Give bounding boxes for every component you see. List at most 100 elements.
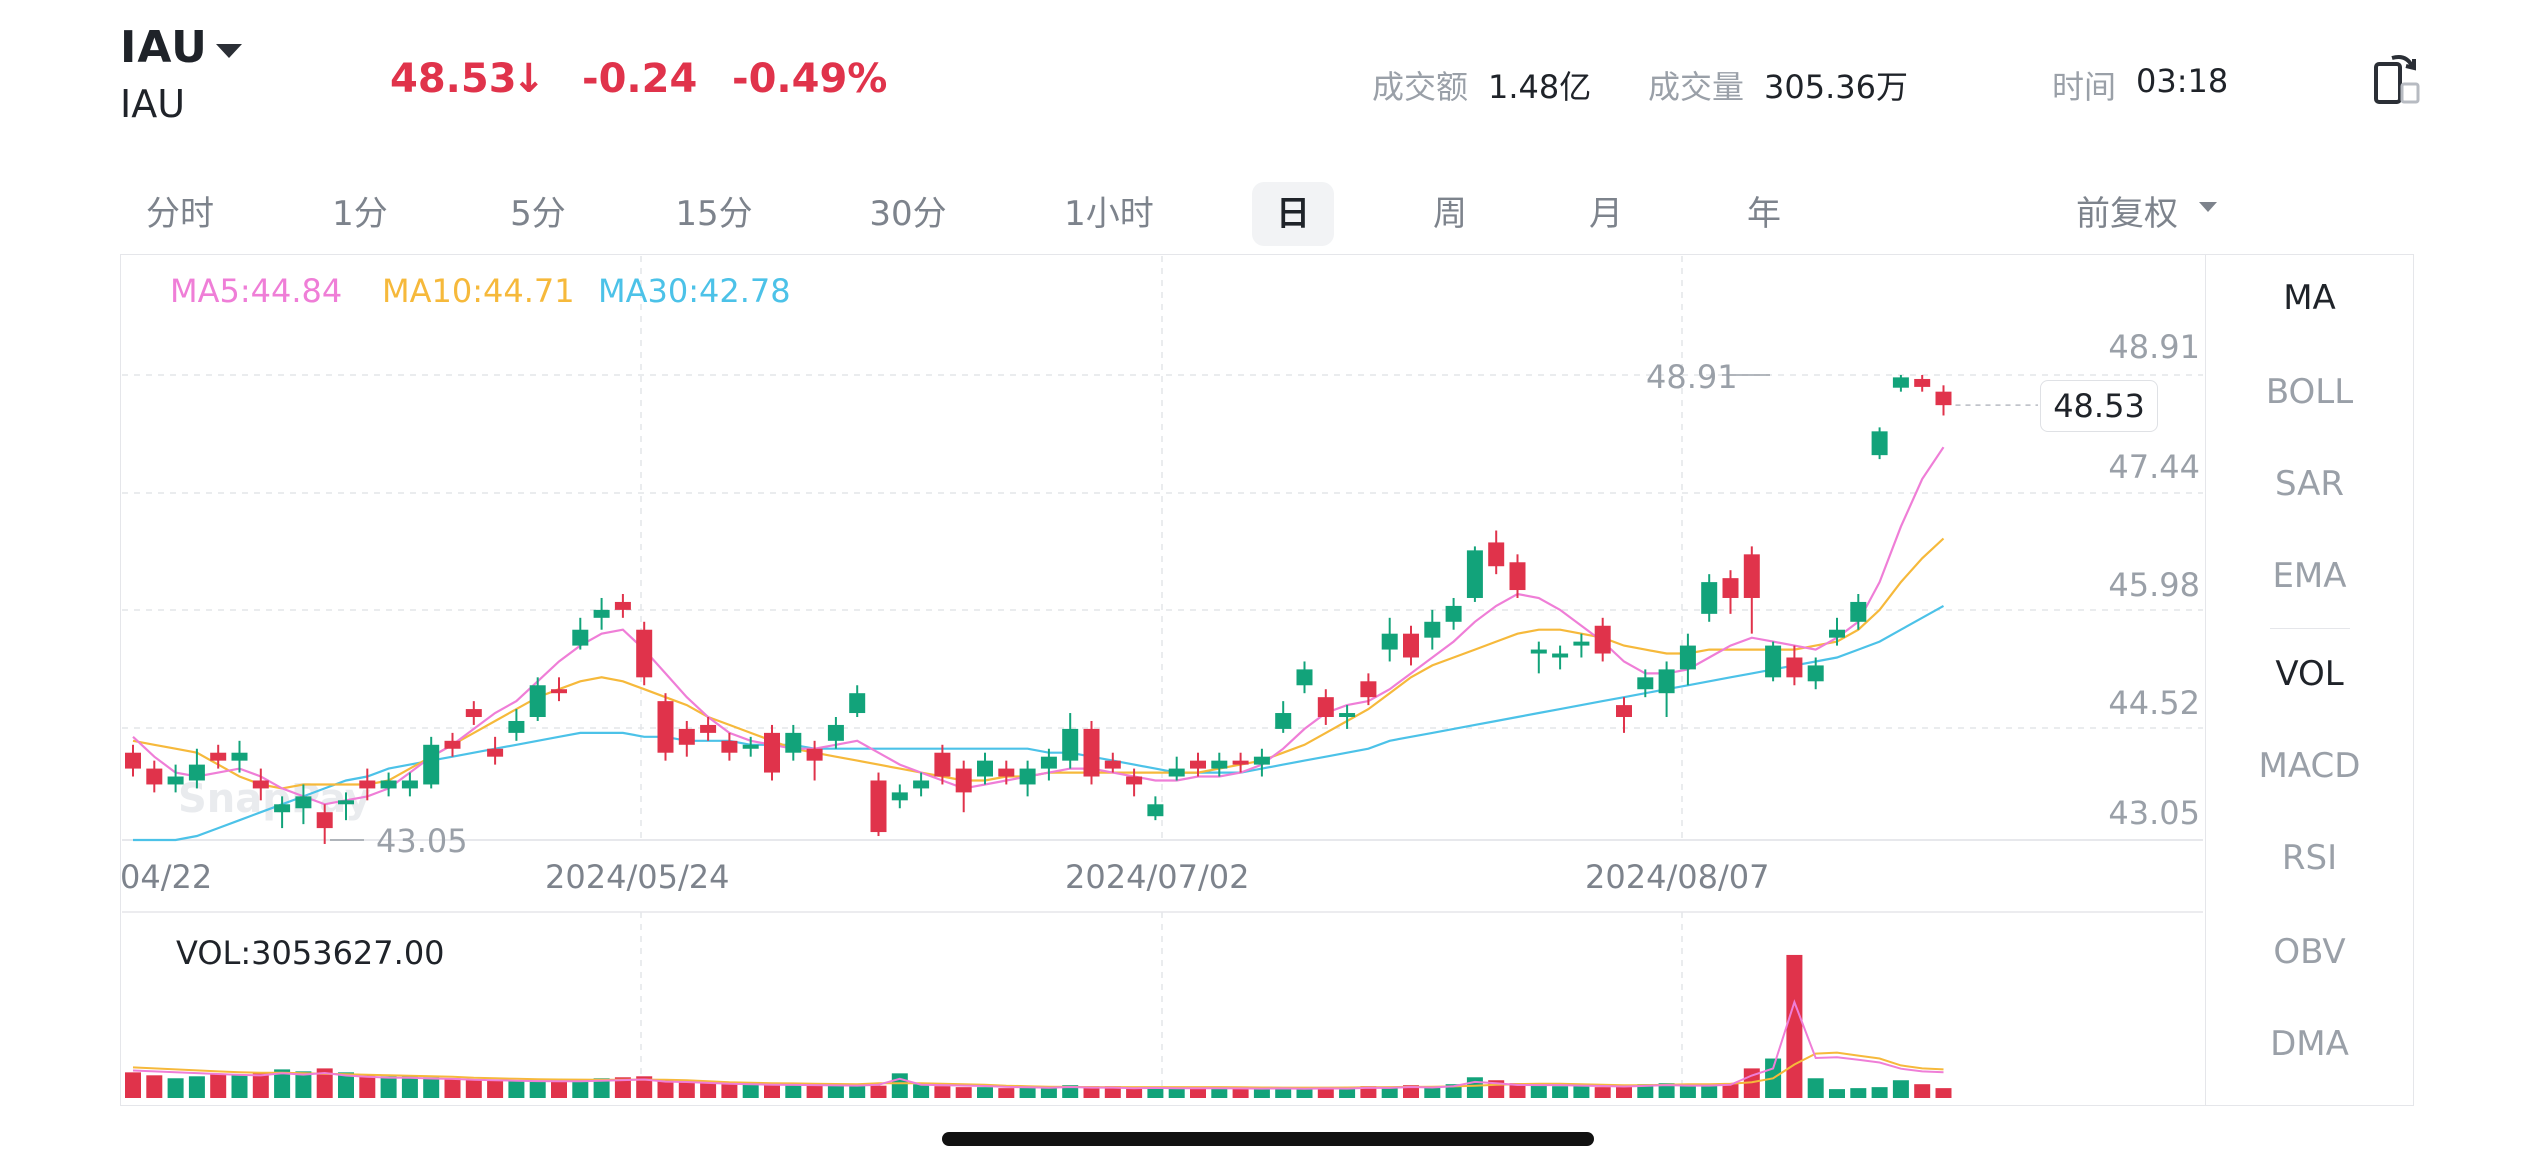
volume-bar — [1786, 954, 1803, 1098]
volume-bar — [742, 1083, 759, 1098]
candle-body — [998, 768, 1015, 777]
y-tick: 47.44 — [2108, 448, 2200, 486]
candle-body — [1147, 804, 1164, 817]
candle-body — [1658, 669, 1675, 694]
x-tick: 2024/08/07 — [1585, 858, 1770, 896]
candle-body — [487, 748, 504, 757]
x-tick: 04/22 — [120, 858, 213, 896]
volume-bar — [1679, 1085, 1696, 1098]
candle-body — [1190, 760, 1206, 769]
volume-bar — [167, 1078, 184, 1098]
volume-bar — [1892, 1080, 1909, 1098]
candle-body — [593, 609, 610, 618]
volume-bar — [1829, 1089, 1845, 1098]
y-tick: 44.52 — [2108, 684, 2200, 722]
candle-body — [1445, 605, 1462, 622]
candle-body — [210, 752, 227, 761]
candle-body — [913, 780, 930, 789]
y-tick: 43.05 — [2108, 794, 2200, 832]
candle-body — [1317, 697, 1334, 718]
candle-body — [1914, 378, 1931, 387]
candle-body — [1211, 760, 1228, 769]
home-indicator — [942, 1132, 1594, 1146]
candle-body — [1573, 641, 1590, 646]
candle-body — [1509, 562, 1526, 591]
volume-bar — [827, 1084, 844, 1098]
candle-body — [1786, 657, 1803, 678]
volume-bar — [1466, 1077, 1483, 1098]
volume-bar — [1530, 1085, 1547, 1098]
candle-body — [700, 724, 717, 733]
volume-bar — [1594, 1087, 1611, 1098]
candle-body — [1062, 728, 1079, 761]
candle-body — [167, 776, 184, 785]
volume-bar — [1552, 1086, 1569, 1098]
volume-bar — [465, 1079, 482, 1098]
candle-body — [742, 744, 759, 749]
candle-body — [614, 601, 631, 610]
candle-body — [806, 748, 823, 761]
volume-bar — [1190, 1088, 1206, 1098]
candle-body — [1701, 582, 1718, 614]
candle-body — [444, 740, 461, 749]
candle-body — [1743, 554, 1760, 598]
candle-body — [146, 768, 163, 785]
volume-bar — [1914, 1084, 1931, 1098]
candle-body — [572, 629, 589, 646]
candle-body — [508, 720, 525, 733]
volume-bar — [380, 1076, 397, 1098]
candle-body — [891, 792, 908, 801]
candle-body — [870, 780, 887, 833]
candle-body — [380, 780, 397, 789]
candle-body — [1040, 756, 1057, 769]
candle-body — [1232, 760, 1249, 765]
candle-body — [1722, 578, 1739, 598]
y-tick: 45.98 — [2108, 566, 2200, 604]
candle-body — [401, 780, 418, 789]
volume-bar — [1573, 1086, 1590, 1098]
volume-bar — [955, 1087, 972, 1098]
volume-bar — [934, 1086, 951, 1098]
candle-body — [1807, 665, 1824, 682]
candle-body — [1083, 728, 1100, 777]
candle-body — [1253, 756, 1270, 765]
volume-bar — [231, 1075, 248, 1098]
volume-bar — [125, 1072, 141, 1098]
candle-body — [1594, 625, 1611, 654]
candle-body — [1488, 542, 1505, 567]
x-tick: 2024/07/02 — [1065, 858, 1250, 896]
volume-bar — [1339, 1088, 1356, 1098]
volume-bar — [1040, 1088, 1057, 1098]
candle-body — [657, 701, 674, 753]
candle-body — [1381, 633, 1398, 650]
volume-bar — [913, 1084, 930, 1098]
candle-body — [678, 728, 695, 745]
candle-body — [1637, 677, 1654, 690]
candle-body — [316, 812, 333, 829]
candle-body — [1552, 653, 1569, 658]
candle-body — [1104, 760, 1121, 769]
volume-bar — [849, 1085, 866, 1098]
volume-bar — [146, 1075, 163, 1098]
candle-body — [1850, 601, 1867, 622]
legend-ma30: MA30:42.78 — [598, 272, 791, 310]
candle-body — [465, 709, 482, 718]
candle-body — [1126, 776, 1143, 785]
candle-body — [1168, 768, 1185, 777]
volume-bar — [508, 1080, 525, 1098]
candle-body — [1019, 768, 1036, 785]
candle-body — [1339, 713, 1356, 718]
y-tick: 48.91 — [2108, 328, 2200, 366]
volume-bar — [870, 1085, 887, 1098]
volume-bar — [1019, 1087, 1036, 1098]
candle-body — [274, 804, 291, 813]
current-price-tag: 48.53 — [2040, 380, 2158, 432]
volume-bar — [1850, 1088, 1867, 1098]
candle-body — [359, 780, 376, 789]
candle-body — [338, 800, 354, 805]
candle-body — [231, 752, 248, 761]
candle-body — [188, 764, 205, 781]
candle-body — [1616, 705, 1632, 718]
candle-body — [1466, 550, 1483, 598]
candle-body — [1679, 645, 1696, 670]
